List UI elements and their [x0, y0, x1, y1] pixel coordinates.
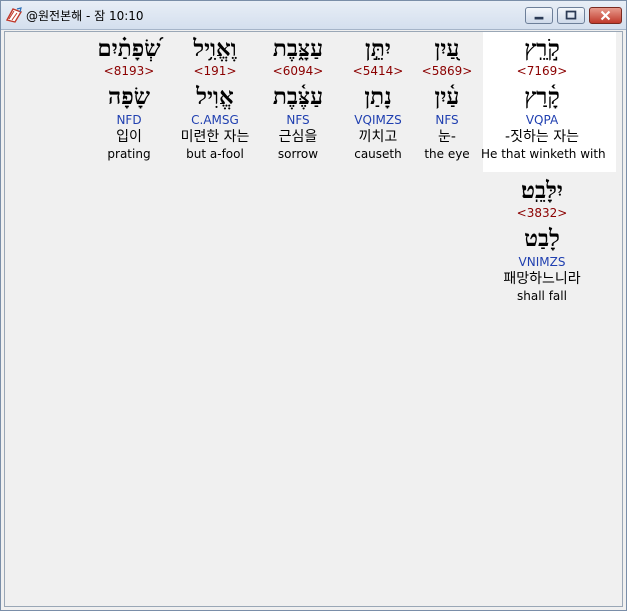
parsing-code: NFD	[116, 113, 142, 127]
strong-number[interactable]: <3832>	[481, 206, 603, 221]
word-column[interactable]: יִלָּבֵֽט׃ <3832> לָבַט VNIMZS 패망하느니라 sh…	[481, 176, 603, 304]
bible-book-icon	[5, 7, 23, 23]
hebrew-word: שְׂ֝פָתַ֗יִם	[97, 35, 161, 62]
hebrew-word: יִלָּבֵֽט׃	[521, 177, 563, 204]
maximize-icon	[565, 10, 577, 20]
parsing-code: VNIMZS	[518, 255, 566, 269]
hebrew-lemma: שָׂפָה	[107, 83, 151, 110]
close-icon	[600, 10, 611, 21]
english-gloss: shall fall	[517, 289, 567, 303]
title-bar[interactable]: @원전본해 - 잠 10:10	[1, 1, 626, 30]
english-gloss: prating	[107, 147, 151, 161]
korean-gloss: 입이	[116, 129, 142, 145]
strong-number[interactable]: <8193>	[68, 64, 190, 79]
minimize-button[interactable]	[525, 7, 553, 24]
interlinear-view[interactable]: קֹ֣רֵֽץ <7169> קָ֫רַץ VQPA -짓하는 자는 He th…	[4, 31, 623, 607]
maximize-button[interactable]	[557, 7, 585, 24]
window-title: @원전본해 - 잠 10:10	[26, 9, 144, 23]
hebrew-lemma: לָבַט	[524, 225, 560, 252]
app-window: @원전본해 - 잠 10:10 קֹ֣רֵֽץ <7169> קָ֫רַץ VQ…	[0, 0, 627, 611]
minimize-icon	[534, 16, 544, 20]
word-column[interactable]: שְׂ֝פָתַ֗יִם <8193> שָׂפָה NFD 입이 pratin…	[68, 34, 190, 162]
close-button[interactable]	[589, 7, 622, 24]
korean-gloss: 패망하느니라	[503, 271, 581, 287]
